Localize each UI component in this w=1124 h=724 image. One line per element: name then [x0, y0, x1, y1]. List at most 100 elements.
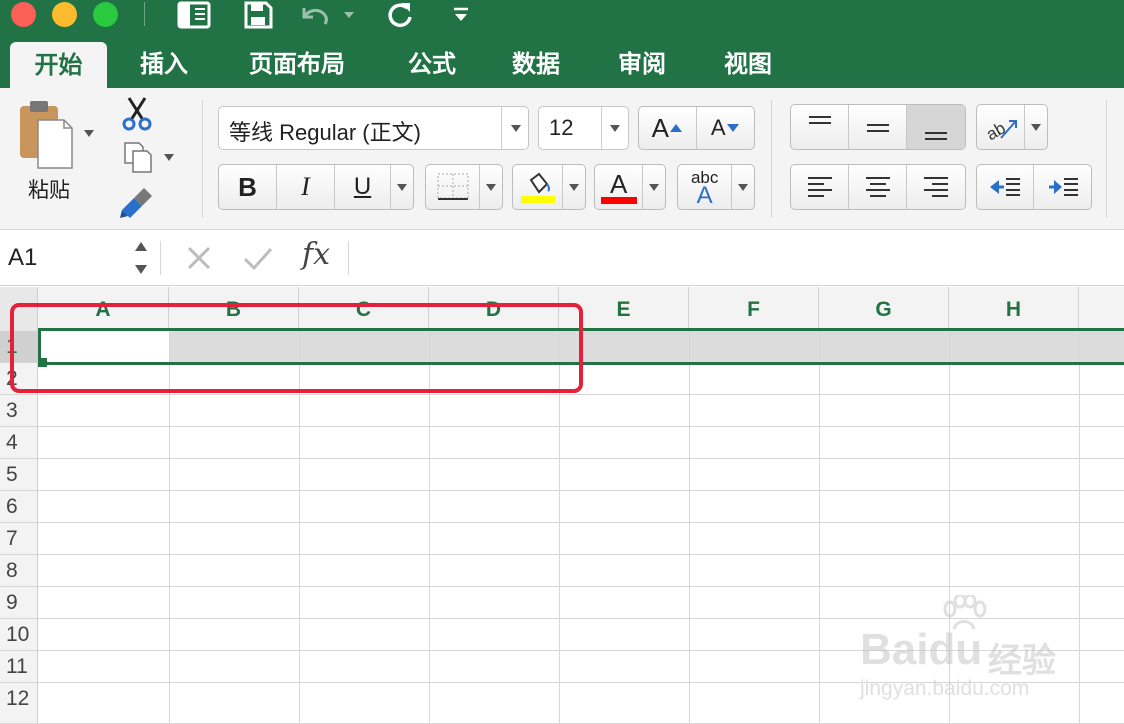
sidebar-icon[interactable]: [174, 0, 214, 30]
fill-color-button[interactable]: [512, 164, 586, 210]
row-header-9[interactable]: 9: [0, 587, 38, 619]
align-bottom-button[interactable]: [907, 105, 965, 149]
shrink-font-button[interactable]: A: [697, 107, 755, 149]
copy-icon[interactable]: [122, 140, 154, 178]
font-color-button[interactable]: A: [594, 164, 666, 210]
phonetic-caret: [738, 183, 749, 191]
phonetic-dropdown[interactable]: [732, 165, 754, 209]
row-header-3[interactable]: 3: [0, 395, 38, 427]
tab-home[interactable]: 开始: [10, 42, 107, 88]
tab-page-layout[interactable]: 页面布局: [232, 40, 362, 88]
table-row[interactable]: [38, 587, 1124, 619]
stepper-arrows-icon: [135, 242, 147, 274]
table-row[interactable]: [38, 523, 1124, 555]
row-header-7[interactable]: 7: [0, 523, 38, 555]
column-header-f[interactable]: F: [689, 287, 819, 331]
table-row[interactable]: [38, 395, 1124, 427]
underline-caret: [397, 183, 407, 191]
column-header-h[interactable]: H: [949, 287, 1079, 331]
tab-insert[interactable]: 插入: [124, 40, 204, 88]
column-header-g[interactable]: G: [819, 287, 949, 331]
ribbon-separator: [202, 100, 203, 218]
font-name-dropdown-caret[interactable]: [511, 125, 521, 132]
enter-formula-button[interactable]: [242, 243, 274, 277]
undo-icon[interactable]: [294, 0, 360, 30]
table-row[interactable]: [38, 619, 1124, 651]
bold-button[interactable]: B: [219, 165, 277, 209]
svg-text:ab: ab: [983, 118, 1009, 142]
tab-data[interactable]: 数据: [496, 40, 576, 88]
phonetic-guide-button[interactable]: abc A: [677, 164, 755, 210]
font-size-combobox[interactable]: 12: [538, 106, 629, 150]
increase-indent-button[interactable]: [1034, 165, 1091, 209]
table-row[interactable]: [38, 459, 1124, 491]
align-right-icon: [924, 177, 948, 197]
close-window-button[interactable]: [11, 2, 36, 27]
highlight-annotation-box: [10, 303, 583, 393]
customize-toolbar-icon[interactable]: [446, 0, 476, 30]
row-header-11[interactable]: 11: [0, 651, 38, 683]
insert-function-button[interactable]: fx: [302, 237, 330, 272]
redo-icon[interactable]: [382, 0, 418, 30]
row-header-12[interactable]: 12: [0, 683, 38, 724]
table-row[interactable]: [38, 427, 1124, 459]
row-header-4[interactable]: 4: [0, 427, 38, 459]
row-header-8[interactable]: 8: [0, 555, 38, 587]
italic-button[interactable]: I: [277, 165, 335, 209]
copy-dropdown-caret[interactable]: [164, 154, 174, 161]
borders-button[interactable]: [425, 164, 503, 210]
align-left-icon: [807, 177, 832, 197]
table-row[interactable]: [38, 651, 1124, 683]
formula-input[interactable]: [356, 241, 1116, 275]
tab-view[interactable]: 视图: [708, 40, 788, 88]
ribbon-home: 粘贴 等线 Regular (正文) 12 A A B I U A abc A …: [0, 88, 1124, 230]
ribbon-tabs: 开始 插入 页面布局 公式 数据 审阅 视图: [0, 40, 1124, 88]
table-row[interactable]: [38, 555, 1124, 587]
font-size-adjust-group: A A: [638, 106, 755, 150]
cancel-formula-button[interactable]: [184, 243, 214, 277]
format-painter-icon[interactable]: [118, 186, 156, 224]
row-header-6[interactable]: 6: [0, 491, 38, 523]
cut-icon[interactable]: [120, 96, 154, 136]
underline-dropdown[interactable]: [391, 165, 413, 209]
font-name-divider: [501, 107, 502, 149]
fill-color-dropdown[interactable]: [563, 165, 585, 209]
name-box[interactable]: A1: [8, 244, 37, 272]
font-name-combobox[interactable]: 等线 Regular (正文): [218, 106, 529, 150]
align-left-button[interactable]: [791, 165, 849, 209]
grow-font-button[interactable]: A: [639, 107, 697, 149]
decrease-indent-button[interactable]: [977, 165, 1035, 209]
align-top-icon: [808, 116, 831, 124]
align-top-button[interactable]: [791, 105, 849, 149]
font-size-value: 12: [549, 115, 574, 140]
paste-label: 粘贴: [28, 178, 70, 202]
table-row[interactable]: [38, 491, 1124, 523]
font-size-dropdown-caret[interactable]: [610, 125, 620, 132]
table-row[interactable]: [38, 683, 1124, 724]
maximize-window-button[interactable]: [93, 2, 118, 27]
name-box-stepper[interactable]: [134, 239, 148, 281]
column-gridline: [949, 331, 950, 724]
borders-dropdown[interactable]: [480, 165, 502, 209]
underline-button[interactable]: U: [335, 165, 391, 209]
row-header-5[interactable]: 5: [0, 459, 38, 491]
tab-review[interactable]: 审阅: [602, 40, 682, 88]
cross-icon: [187, 246, 211, 270]
formula-bar-separator: [348, 241, 349, 275]
row-header-10[interactable]: 10: [0, 619, 38, 651]
text-orientation-icon: ab: [983, 118, 1017, 142]
fill-color-caret: [569, 183, 580, 191]
paste-dropdown-caret[interactable]: [84, 130, 94, 137]
align-right-button[interactable]: [907, 165, 965, 209]
font-color-dropdown[interactable]: [643, 165, 665, 209]
align-center-button[interactable]: [849, 165, 907, 209]
save-icon[interactable]: [238, 0, 278, 30]
minimize-window-button[interactable]: [52, 2, 77, 27]
borders-icon: [437, 173, 469, 200]
align-middle-button[interactable]: [849, 105, 907, 149]
borders-caret: [486, 183, 497, 191]
tab-formulas[interactable]: 公式: [392, 40, 472, 88]
orientation-button[interactable]: ab: [976, 104, 1048, 150]
paste-button[interactable]: [16, 98, 76, 172]
orientation-dropdown[interactable]: [1025, 105, 1047, 149]
